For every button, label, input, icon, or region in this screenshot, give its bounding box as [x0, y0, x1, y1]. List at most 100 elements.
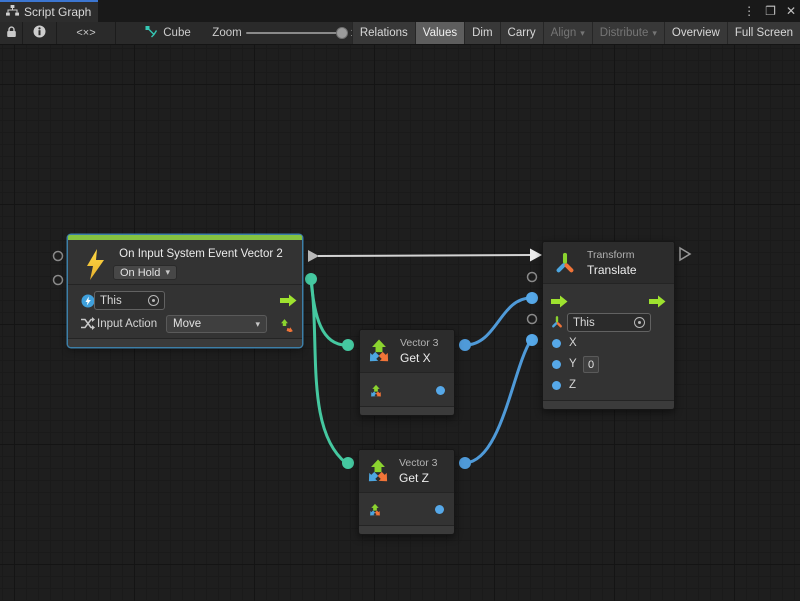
y-value-input[interactable]: 0 — [583, 356, 599, 373]
zoom-slider[interactable] — [246, 22, 344, 44]
float-output-port[interactable] — [436, 386, 445, 395]
target-picker-icon[interactable] — [634, 317, 645, 328]
exec-wire-start-arrow[interactable] — [308, 250, 319, 262]
fullscreen-button[interactable]: Full Screen — [727, 22, 800, 44]
vector3-input-port-icon[interactable] — [368, 383, 384, 404]
port-getx-in[interactable] — [342, 339, 354, 351]
close-icon[interactable]: ✕ — [786, 4, 796, 18]
input-system-icon — [81, 294, 95, 313]
lightning-bolt-icon — [86, 249, 105, 285]
lock-button[interactable] — [0, 22, 22, 44]
tab-bar: Script Graph ⋮ ❐ ✕ — [0, 0, 800, 22]
y-port-dot[interactable] — [552, 360, 561, 369]
overview-button[interactable]: Overview — [664, 22, 727, 44]
code-icon: <×> — [76, 27, 95, 39]
script-graph-window: Script Graph ⋮ ❐ ✕ — [0, 0, 800, 601]
chevron-down-icon: ▾ — [580, 28, 585, 39]
zoom-slider-track[interactable] — [246, 32, 344, 34]
getx-footer — [360, 406, 454, 415]
graph-canvas[interactable]: On Input System Event Vector 2 On Hold ▾… — [0, 45, 800, 601]
wire-vector2-to-getx[interactable] — [311, 279, 346, 345]
node-title: Get X — [400, 351, 431, 365]
node-category: Vector 3 — [399, 457, 438, 469]
getx-header: Vector 3 Get X — [360, 330, 454, 373]
vector3-input-port-icon[interactable] — [367, 502, 383, 523]
tab-script-graph[interactable]: Script Graph — [0, 0, 98, 22]
toolbar-button-group: Relations Values Dim Carry Align ▾ Distr… — [352, 22, 800, 44]
port-getz-in[interactable] — [342, 457, 354, 469]
tab-title: Script Graph — [24, 5, 91, 19]
graph-breadcrumb[interactable]: Cube — [138, 22, 198, 44]
port-translate-z-in[interactable] — [526, 334, 538, 346]
port-getz-out[interactable] — [459, 457, 471, 469]
port-event-this-in[interactable] — [54, 252, 63, 261]
translate-footer — [543, 400, 674, 409]
getz-footer — [359, 525, 454, 534]
wire-getz-to-z[interactable] — [465, 340, 531, 463]
distribute-button[interactable]: Distribute ▾ — [592, 22, 664, 44]
node-title: On Input System Event Vector 2 — [104, 248, 298, 260]
vector2-output-icon[interactable] — [279, 315, 296, 337]
vector3-icon — [363, 456, 393, 491]
transform-port-icon[interactable] — [550, 315, 564, 334]
chevron-down-icon: ▾ — [165, 267, 170, 278]
event-mode-dropdown[interactable]: On Hold ▾ — [113, 265, 177, 280]
input-action-dropdown[interactable]: Move ▾ — [166, 315, 267, 333]
getz-header: Vector 3 Get Z — [359, 450, 454, 493]
align-button[interactable]: Align ▾ — [543, 22, 592, 44]
lock-icon — [6, 26, 17, 41]
values-button[interactable]: Values — [415, 22, 464, 44]
inspect-button[interactable] — [23, 22, 56, 44]
zoom-label: Zoom — [210, 22, 244, 44]
maximize-icon[interactable]: ❐ — [765, 4, 776, 18]
node-get-z[interactable]: Vector 3 Get Z — [358, 449, 455, 535]
node-on-input-system-event[interactable]: On Input System Event Vector 2 On Hold ▾… — [68, 235, 302, 347]
wire-exec[interactable] — [318, 255, 531, 256]
float-output-port[interactable] — [435, 505, 444, 514]
x-port-dot[interactable] — [552, 339, 561, 348]
target-picker-icon[interactable] — [148, 295, 159, 306]
port-translate-exec-out[interactable] — [680, 248, 690, 260]
exec-output-arrow-icon[interactable] — [649, 295, 666, 313]
dim-button[interactable]: Dim — [464, 22, 499, 44]
input-action-label: Input Action — [97, 318, 157, 330]
event-target-field[interactable]: This — [94, 291, 165, 310]
node-category: Transform — [587, 249, 634, 261]
csharp-preview-button[interactable]: <×> — [57, 22, 115, 44]
port-event-action-in[interactable] — [54, 276, 63, 285]
hierarchy-icon — [6, 5, 19, 19]
carry-button[interactable]: Carry — [500, 22, 543, 44]
port-event-vector2-out[interactable] — [305, 273, 317, 285]
window-controls: ⋮ ❐ ✕ — [743, 0, 796, 22]
input-action-icon — [80, 316, 95, 336]
event-footer — [68, 338, 302, 347]
wire-getx-to-x[interactable] — [465, 298, 531, 345]
z-port-dot[interactable] — [552, 381, 561, 390]
z-port-label: Z — [569, 379, 576, 391]
port-translate-this-in[interactable] — [528, 273, 537, 282]
port-translate-y-in[interactable] — [528, 315, 537, 324]
graph-icon — [145, 25, 158, 41]
node-title: Translate — [587, 263, 637, 277]
port-getx-out[interactable] — [459, 339, 471, 351]
node-translate[interactable]: Transform Translate — [542, 241, 675, 410]
translate-target-field[interactable]: This — [567, 313, 651, 332]
x-port-label: X — [569, 337, 577, 349]
port-translate-x-in[interactable] — [526, 292, 538, 304]
wire-vector2-to-getz[interactable] — [311, 279, 346, 463]
exec-output-arrow-icon[interactable] — [280, 294, 297, 312]
window-menu-icon[interactable]: ⋮ — [743, 4, 755, 18]
info-icon — [33, 25, 46, 41]
exec-wire-end-arrow[interactable] — [530, 249, 542, 262]
graph-toolbar: <×> Cube Zoom 1x Relations — [0, 22, 800, 45]
event-header: On Input System Event Vector 2 On Hold ▾ — [68, 240, 302, 285]
node-title: Get Z — [399, 471, 429, 485]
y-port-label: Y — [569, 358, 577, 370]
exec-input-arrow-icon[interactable] — [551, 295, 568, 313]
translate-header: Transform Translate — [543, 242, 674, 284]
chevron-down-icon: ▾ — [255, 319, 260, 330]
vector3-icon — [364, 336, 394, 371]
graph-name-label: Cube — [163, 27, 191, 39]
node-get-x[interactable]: Vector 3 Get X — [359, 329, 455, 416]
relations-button[interactable]: Relations — [352, 22, 415, 44]
